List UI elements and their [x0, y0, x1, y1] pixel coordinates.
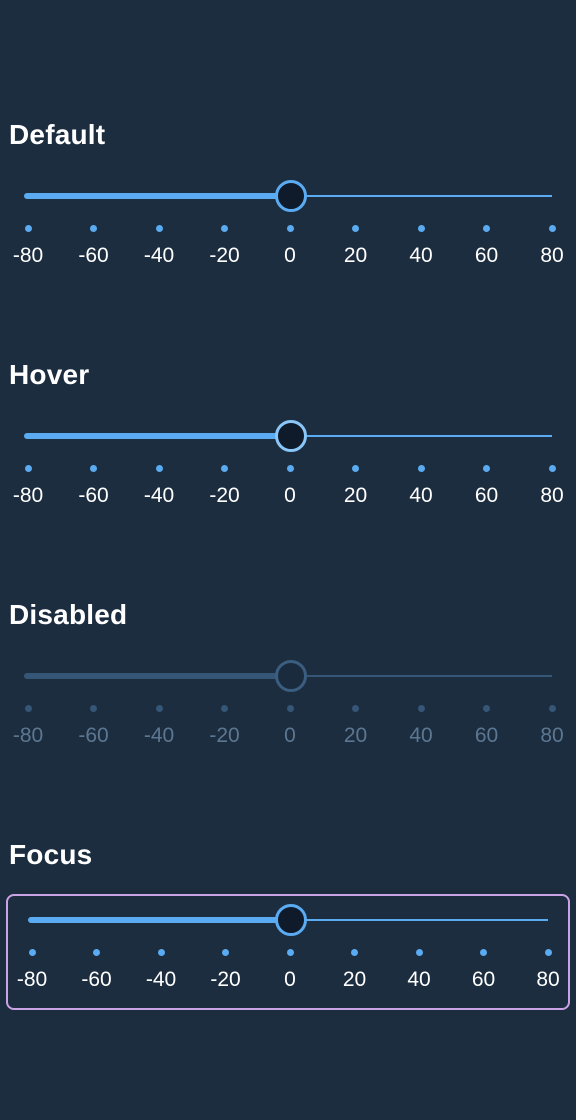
slider-label-focus: Focus — [9, 839, 93, 870]
slider-track-fill — [24, 193, 291, 199]
tick-mark — [286, 948, 294, 956]
tick-mark — [90, 224, 97, 232]
tick-mark — [90, 704, 97, 712]
tick-label: 20 — [343, 724, 368, 747]
tick-mark — [352, 704, 359, 712]
tick-label: -40 — [145, 968, 177, 991]
slider-track — [291, 195, 552, 197]
tick-label: -60 — [78, 244, 109, 267]
tick-label: -40 — [143, 244, 175, 267]
tick-mark — [352, 464, 359, 472]
slider-track — [291, 435, 552, 437]
tick-label: -20 — [210, 968, 241, 991]
tick-mark — [483, 704, 490, 712]
tick-label: -40 — [143, 724, 175, 747]
tick-mark — [548, 224, 556, 232]
tick-label: 20 — [343, 244, 368, 267]
tick-mark — [480, 948, 487, 956]
tick-label: -60 — [78, 724, 109, 747]
slider-label-default: Default — [9, 119, 106, 150]
tick-label: 0 — [284, 968, 296, 991]
tick-label: -80 — [16, 968, 48, 991]
tick-mark — [155, 704, 163, 712]
tick-mark — [155, 224, 163, 232]
tick-mark — [417, 224, 425, 232]
slider-focus[interactable]: -80 -60 -40 -20 0 20 40 60 80 — [0, 0, 576, 990]
tick-mark — [483, 224, 490, 232]
slider-track-fill — [28, 917, 291, 923]
tick-label: -20 — [209, 244, 240, 267]
tick-mark — [24, 224, 32, 232]
slider-track — [291, 675, 552, 677]
slider-label-disabled: Disabled — [9, 599, 128, 630]
tick-label: 20 — [342, 968, 367, 991]
slider-label-hover: Hover — [9, 359, 90, 390]
tick-label: 40 — [409, 244, 433, 267]
tick-label: -40 — [143, 484, 175, 507]
tick-label: 20 — [343, 484, 368, 507]
tick-mark — [286, 704, 294, 712]
tick-mark — [483, 464, 490, 472]
tick-mark — [415, 948, 423, 956]
tick-label: 80 — [540, 724, 564, 747]
tick-label: -20 — [209, 724, 240, 747]
tick-mark — [352, 224, 359, 232]
tick-label: -20 — [209, 484, 240, 507]
slider-track-fill — [24, 433, 291, 439]
tick-mark — [548, 704, 556, 712]
tick-label: -80 — [12, 244, 44, 267]
tick-label: 60 — [474, 484, 499, 507]
tick-mark — [221, 704, 228, 712]
tick-label: 60 — [474, 724, 499, 747]
tick-mark — [90, 464, 97, 472]
tick-label: 60 — [474, 244, 499, 267]
tick-label: 60 — [471, 968, 496, 991]
tick-label: -80 — [12, 484, 44, 507]
tick-label: -80 — [12, 724, 44, 747]
tick-label: 0 — [284, 724, 296, 747]
tick-label: 40 — [407, 968, 431, 991]
tick-mark — [548, 464, 556, 472]
tick-label: 80 — [540, 484, 564, 507]
tick-mark — [24, 464, 32, 472]
tick-mark — [93, 948, 100, 956]
tick-mark — [417, 704, 425, 712]
tick-label: 80 — [536, 968, 560, 991]
tick-mark — [544, 948, 552, 956]
tick-mark — [157, 948, 165, 956]
tick-label: 40 — [409, 724, 433, 747]
tick-label: 0 — [284, 484, 296, 507]
slider-thumb — [275, 660, 307, 692]
slider-track — [291, 919, 548, 921]
tick-mark — [351, 948, 358, 956]
tick-label: 80 — [540, 244, 564, 267]
slider-thumb[interactable] — [275, 904, 307, 936]
tick-label: -60 — [81, 968, 112, 991]
tick-mark — [222, 948, 229, 956]
tick-mark — [286, 464, 294, 472]
tick-label: -60 — [78, 484, 109, 507]
tick-mark — [221, 464, 228, 472]
tick-mark — [417, 464, 425, 472]
slider-track-fill — [24, 673, 291, 679]
tick-mark — [221, 224, 228, 232]
tick-mark — [155, 464, 163, 472]
tick-label: 0 — [284, 244, 296, 267]
tick-mark — [286, 224, 294, 232]
slider-thumb[interactable] — [275, 420, 307, 452]
tick-mark — [28, 948, 36, 956]
tick-label: 40 — [409, 484, 433, 507]
tick-mark — [24, 704, 32, 712]
slider-thumb[interactable] — [275, 180, 307, 212]
